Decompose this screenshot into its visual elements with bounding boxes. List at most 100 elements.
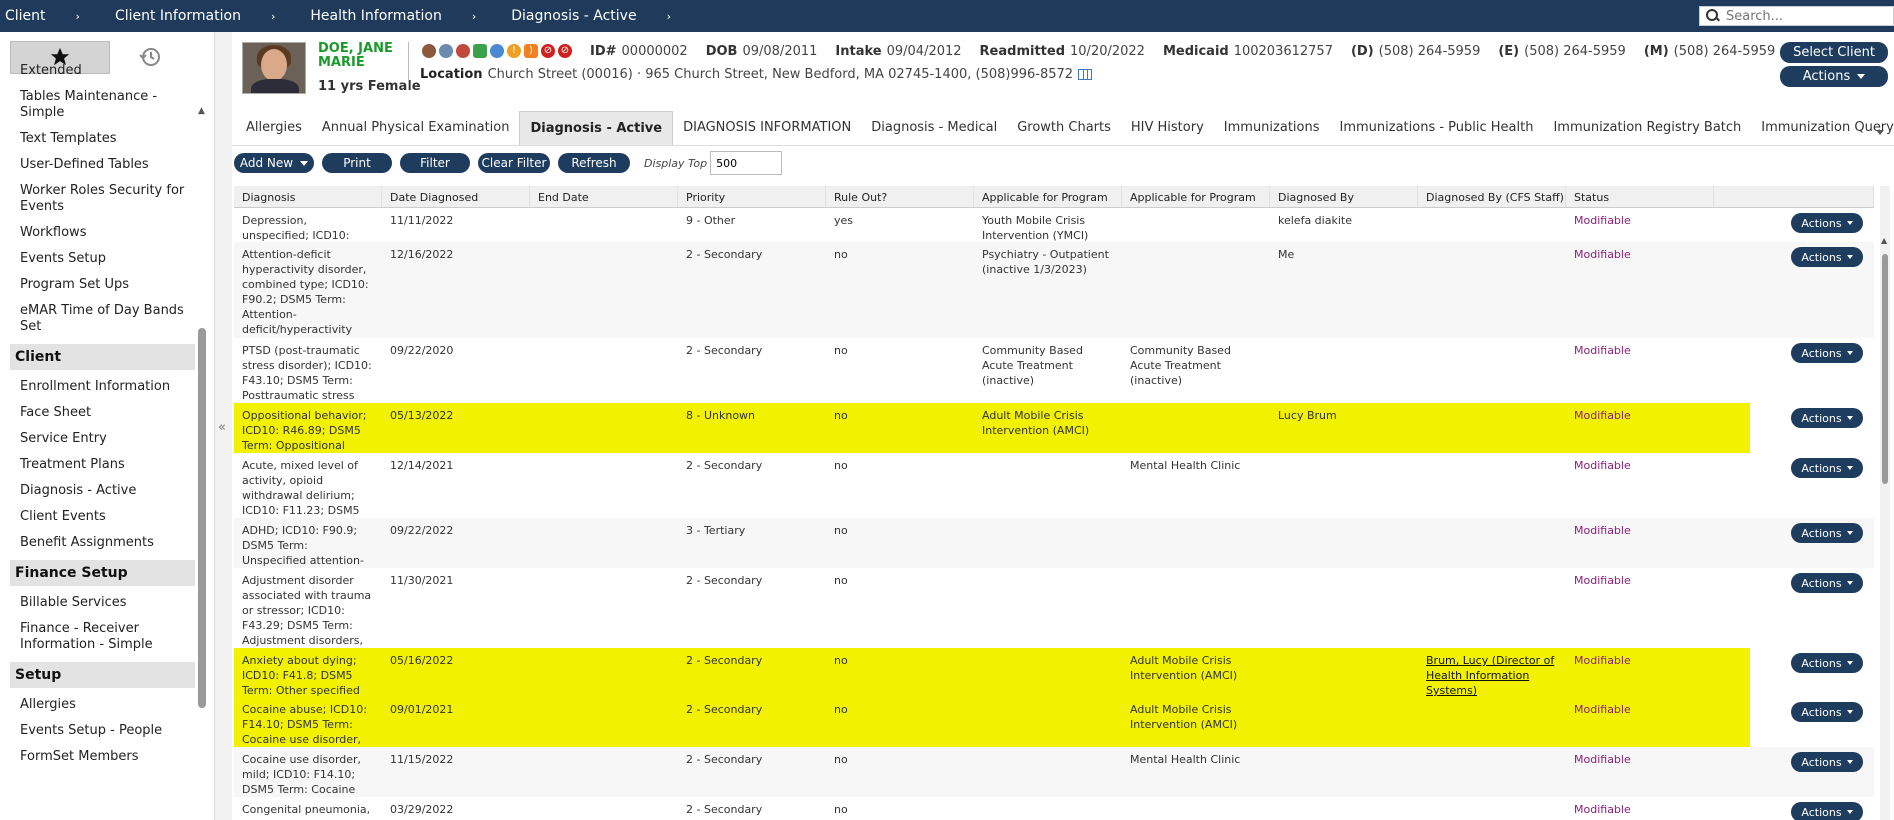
- sidebar-item[interactable]: Extended: [10, 58, 195, 84]
- collapse-sidebar-icon[interactable]: «: [218, 420, 226, 435]
- row-actions-button[interactable]: Actions: [1791, 213, 1863, 233]
- sidebar-item[interactable]: Events Setup - People: [10, 718, 195, 744]
- sidebar-item[interactable]: Client Events: [10, 504, 195, 530]
- tab[interactable]: HIV History: [1121, 111, 1214, 145]
- column-header[interactable]: Date Diagnosed: [382, 186, 530, 207]
- sidebar-item[interactable]: Finance - Receiver Information - Simple: [10, 616, 195, 658]
- print-button[interactable]: Print: [322, 153, 392, 173]
- breadcrumb-item[interactable]: Diagnosis - Active ›: [506, 0, 701, 32]
- table-row[interactable]: Acute, mixed level of activity, opioid w…: [234, 453, 1874, 518]
- sidebar-item[interactable]: Service Entry: [10, 426, 195, 452]
- row-actions-button[interactable]: Actions: [1791, 458, 1863, 478]
- column-header[interactable]: Rule Out?: [826, 186, 974, 207]
- tab[interactable]: Annual Physical Examination: [312, 111, 520, 145]
- tab[interactable]: Diagnosis - Active: [519, 111, 674, 145]
- column-header[interactable]: Applicable for Program: [974, 186, 1122, 207]
- family-icon[interactable]: [456, 44, 470, 58]
- tab[interactable]: Diagnosis - Medical: [861, 111, 1007, 145]
- select-client-button[interactable]: Select Client: [1780, 42, 1888, 63]
- prohibited-icon[interactable]: ⊘: [558, 44, 572, 58]
- table-row[interactable]: Cocaine use disorder, mild; ICD10: F14.1…: [234, 747, 1874, 797]
- user-info-icon[interactable]: [490, 44, 504, 58]
- search-box[interactable]: [1699, 6, 1894, 26]
- home-icon[interactable]: [473, 44, 487, 58]
- group-icon[interactable]: [439, 44, 453, 58]
- row-actions-button[interactable]: Actions: [1791, 408, 1863, 428]
- row-actions-button[interactable]: Actions: [1791, 702, 1863, 722]
- table-row[interactable]: Adjustment disorder associated with trau…: [234, 568, 1874, 648]
- tab[interactable]: Immunizations - Public Health: [1330, 111, 1544, 145]
- sidebar-item[interactable]: User-Defined Tables: [10, 152, 195, 178]
- row-actions-button[interactable]: Actions: [1791, 523, 1863, 543]
- no-entry-icon[interactable]: ⊘: [541, 44, 555, 58]
- tabs-more-icon[interactable]: [1876, 130, 1890, 135]
- table-row[interactable]: Depression, unspecified; ICD10: F32.A; 11…: [234, 208, 1874, 242]
- column-header[interactable]: Diagnosis: [234, 186, 382, 207]
- scroll-up-icon[interactable]: ▲: [1881, 236, 1887, 245]
- breadcrumb-item[interactable]: Health Information ›: [305, 0, 506, 32]
- sidebar-item[interactable]: Treatment Plans: [10, 452, 195, 478]
- sidebar-item[interactable]: eMAR Time of Day Bands Set: [10, 298, 195, 340]
- sidebar-item[interactable]: Program Set Ups: [10, 272, 195, 298]
- clear-filter-button[interactable]: Clear Filter: [478, 153, 550, 173]
- tab[interactable]: Immunization Query: [1751, 111, 1894, 145]
- scroll-up-icon[interactable]: ▲: [198, 106, 205, 116]
- sidebar-item[interactable]: Benefit Assignments: [10, 530, 195, 556]
- row-actions-button[interactable]: Actions: [1791, 752, 1863, 772]
- sidebar-item[interactable]: Text Templates: [10, 126, 195, 152]
- person-icon[interactable]: [422, 44, 436, 58]
- row-actions-button[interactable]: Actions: [1791, 653, 1863, 673]
- row-actions-button[interactable]: Actions: [1791, 247, 1863, 267]
- column-header[interactable]: Diagnosed By (CFS Staff): [1418, 186, 1566, 207]
- column-header[interactable]: End Date: [530, 186, 678, 207]
- display-top-input[interactable]: [710, 151, 783, 175]
- row-actions-button[interactable]: Actions: [1791, 802, 1863, 820]
- sidebar-item[interactable]: Workflows: [10, 220, 195, 246]
- sidebar-item[interactable]: Events Setup: [10, 246, 195, 272]
- add-new-button[interactable]: Add New: [234, 153, 314, 173]
- row-actions-button[interactable]: Actions: [1791, 343, 1863, 363]
- row-actions-button[interactable]: Actions: [1791, 573, 1863, 593]
- table-row[interactable]: Anxiety about dying; ICD10: F41.8; DSM5 …: [234, 648, 1874, 697]
- tab[interactable]: Immunization Registry Batch: [1543, 111, 1751, 145]
- table-scroll-thumb[interactable]: [1882, 254, 1888, 484]
- table-row[interactable]: Congenital pneumonia, unspecified; ICD10…: [234, 797, 1874, 820]
- tab[interactable]: DIAGNOSIS INFORMATION: [673, 111, 861, 145]
- breadcrumb-item[interactable]: Client Information ›: [110, 0, 305, 32]
- tab[interactable]: Growth Charts: [1007, 111, 1121, 145]
- sidebar-item[interactable]: Diagnosis - Active: [10, 478, 195, 504]
- table-scrollbar[interactable]: ▲: [1880, 186, 1890, 820]
- tab[interactable]: Immunizations: [1214, 111, 1330, 145]
- table-row[interactable]: Cocaine abuse; ICD10: F14.10; DSM5 Term:…: [234, 697, 1874, 747]
- sidebar-item[interactable]: FormSet Members: [10, 744, 195, 770]
- tab[interactable]: Allergies: [236, 111, 312, 145]
- cell-text: 05/13/2022: [390, 409, 454, 422]
- sidebar-item[interactable]: Billable Services: [10, 590, 195, 616]
- sidebar-item[interactable]: Worker Roles Security for Events: [10, 178, 195, 220]
- table-row[interactable]: Oppositional behavior; ICD10: R46.89; DS…: [234, 403, 1874, 453]
- column-header[interactable]: Diagnosed By: [1270, 186, 1418, 207]
- table-row[interactable]: PTSD (post-traumatic stress disorder); I…: [234, 338, 1874, 403]
- column-header[interactable]: Applicable for Program: [1122, 186, 1270, 207]
- column-header[interactable]: Status: [1566, 186, 1714, 207]
- sidebar-item[interactable]: Allergies: [10, 692, 195, 718]
- breadcrumb-item[interactable]: Client ›: [0, 0, 110, 32]
- refresh-button[interactable]: Refresh: [558, 153, 630, 173]
- warning-icon[interactable]: !: [507, 44, 521, 58]
- sidebar-item[interactable]: Enrollment Information: [10, 374, 195, 400]
- map-icon[interactable]: [1078, 69, 1093, 80]
- table-cell: Adult Mobile Crisis Intervention (AMCI): [974, 403, 1122, 453]
- filter-button[interactable]: Filter: [400, 153, 470, 173]
- header-actions-button[interactable]: Actions: [1780, 66, 1888, 87]
- column-header[interactable]: Priority: [678, 186, 826, 207]
- sidebar-item[interactable]: Tables Maintenance - Simple: [10, 84, 195, 126]
- cell-text[interactable]: Brum, Lucy (Director of Health Informati…: [1426, 654, 1554, 697]
- sidebar-scroll-thumb[interactable]: [198, 328, 206, 708]
- search-input[interactable]: [1726, 8, 1886, 24]
- rss-icon[interactable]: ): [524, 44, 538, 58]
- table-row[interactable]: Attention-deficit hyperactivity disorder…: [234, 242, 1874, 338]
- sidebar-scrollbar[interactable]: ▲: [198, 106, 206, 712]
- sidebar-item[interactable]: Face Sheet: [10, 400, 195, 426]
- client-name[interactable]: DOE, JANE MARIE: [318, 42, 398, 70]
- table-row[interactable]: ADHD; ICD10: F90.9; DSM5 Term: Unspecifi…: [234, 518, 1874, 568]
